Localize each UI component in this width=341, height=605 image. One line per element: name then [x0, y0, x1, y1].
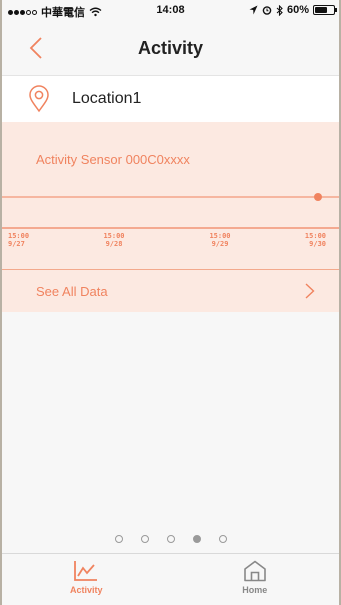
- page-dot[interactable]: [140, 535, 149, 543]
- data-point-marker: [314, 193, 322, 201]
- navigation-bar: Activity: [2, 20, 339, 76]
- map-pin-icon: [28, 85, 50, 113]
- x-tick-time: 15:00: [8, 232, 29, 240]
- x-tick-time: 15:00: [209, 232, 230, 240]
- battery-percent: 60%: [286, 4, 309, 16]
- x-tick-time: 15:00: [305, 232, 326, 240]
- x-tick-date: 9/29: [212, 240, 229, 248]
- home-icon: [243, 560, 266, 582]
- page-dot[interactable]: [218, 535, 227, 543]
- tab-home[interactable]: Home: [171, 554, 340, 605]
- page-indicator: [2, 535, 339, 543]
- tab-activity-label: Activity: [69, 585, 103, 595]
- line-chart-icon: [74, 561, 98, 581]
- app-screen: 中華電信 14:08 60% Activity Location1 Activi…: [0, 0, 341, 605]
- battery-level: [315, 7, 327, 13]
- x-tick-date: 9/28: [106, 240, 123, 248]
- page-dot[interactable]: [192, 535, 201, 543]
- battery-icon: [313, 5, 337, 15]
- x-tick-time: 15:00: [103, 232, 124, 240]
- page-dot[interactable]: [114, 535, 123, 543]
- tab-home-label: Home: [242, 585, 268, 595]
- activity-chart: 15:009/2715:009/2815:009/2915:009/30: [2, 193, 339, 248]
- tab-bar: Activity Home: [2, 553, 339, 605]
- status-bar: 中華電信 14:08 60%: [2, 0, 339, 20]
- bluetooth-icon: [276, 4, 283, 16]
- x-tick-date: 9/27: [8, 240, 25, 248]
- location-arrow-icon: [249, 5, 258, 15]
- see-all-data-button[interactable]: See All Data: [2, 270, 339, 312]
- tab-activity[interactable]: Activity: [2, 554, 171, 605]
- see-all-data-label: See All Data: [36, 283, 108, 299]
- x-tick-date: 9/30: [309, 240, 326, 248]
- activity-card: Activity Sensor 000C0xxxx 15:00 9/27 15:00…: [2, 122, 339, 312]
- page-title: Activity: [137, 38, 204, 58]
- status-right: 60%: [249, 4, 337, 16]
- location-row[interactable]: Location1: [2, 76, 339, 122]
- location-name: Location1: [72, 90, 142, 107]
- chevron-right-icon: [305, 283, 315, 299]
- page-dot[interactable]: [166, 535, 175, 543]
- alarm-icon: [262, 6, 272, 15]
